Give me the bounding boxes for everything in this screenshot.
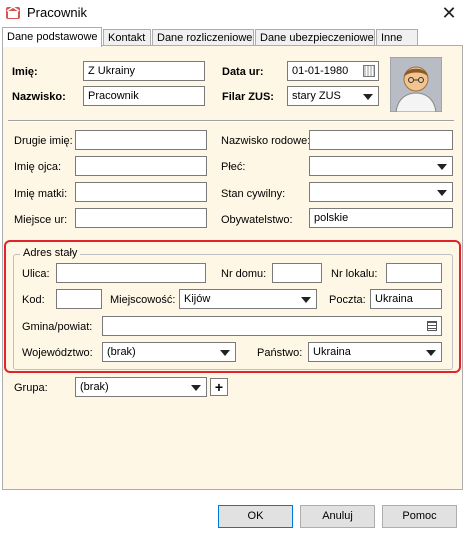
sex-label: Płeć: <box>221 161 246 173</box>
house-number-label: Nr domu: <box>221 268 267 280</box>
list-picker-icon[interactable] <box>427 321 437 331</box>
birthplace-label: Miejsce ur: <box>14 214 68 226</box>
add-group-button[interactable]: + <box>210 378 228 396</box>
first-name-field[interactable]: Z Ukrainy <box>83 61 205 81</box>
birth-date-field[interactable]: 01-01-1980 <box>287 61 379 81</box>
chevron-down-icon <box>191 385 201 391</box>
mother-name-field[interactable] <box>75 182 207 202</box>
country-label: Państwo: <box>257 347 303 359</box>
tab-dane-podstawowe[interactable]: Dane podstawowe <box>2 27 102 47</box>
maiden-name-label: Nazwisko rodowe: <box>221 135 311 147</box>
birth-date-label: Data ur: <box>222 66 264 78</box>
zus-select[interactable]: stary ZUS <box>287 86 379 106</box>
country-select[interactable]: Ukraina <box>308 342 442 362</box>
first-name-label: Imię: <box>12 66 38 78</box>
city-value: Kijów <box>184 293 211 305</box>
title-bar: Pracownik ✕ <box>0 0 469 26</box>
tab-kontakt[interactable]: Kontakt <box>103 29 151 46</box>
group-select[interactable]: (brak) <box>75 377 207 397</box>
section-divider <box>8 120 454 122</box>
voivodeship-select[interactable]: (brak) <box>102 342 236 362</box>
postcode-label: Kod: <box>22 294 45 306</box>
flat-number-label: Nr lokalu: <box>331 268 378 280</box>
zus-label: Filar ZUS: <box>222 91 274 103</box>
tab-dane-ubezpieczeniowe[interactable]: Dane ubezpieczeniowe <box>255 29 375 46</box>
app-icon <box>6 6 20 19</box>
father-name-field[interactable] <box>75 156 207 176</box>
tab-dane-rozliczeniowe[interactable]: Dane rozliczeniowe <box>152 29 254 46</box>
ok-button[interactable]: OK <box>218 505 293 528</box>
help-button[interactable]: Pomoc <box>382 505 457 528</box>
city-label: Miejscowość: <box>110 294 176 306</box>
second-name-label: Drugie imię: <box>14 135 73 147</box>
commune-field[interactable] <box>102 316 442 336</box>
tab-inne[interactable]: Inne <box>376 29 418 46</box>
commune-label: Gmina/powiat: <box>22 321 93 333</box>
voivodeship-label: Województwo: <box>22 347 93 359</box>
street-field[interactable] <box>56 263 206 283</box>
postcode-field[interactable] <box>56 289 102 309</box>
address-group-title: Adres stały <box>20 247 81 259</box>
city-select[interactable]: Kijów <box>179 289 317 309</box>
house-number-field[interactable] <box>272 263 322 283</box>
last-name-label: Nazwisko: <box>12 91 66 103</box>
second-name-field[interactable] <box>75 130 207 150</box>
chevron-down-icon <box>220 350 230 356</box>
close-icon[interactable]: ✕ <box>439 3 459 23</box>
citizenship-field[interactable]: polskie <box>309 208 453 228</box>
cancel-button[interactable]: Anuluj <box>300 505 375 528</box>
citizenship-label: Obywatelstwo: <box>221 214 293 226</box>
zus-value: stary ZUS <box>292 90 341 102</box>
country-value: Ukraina <box>313 346 351 358</box>
post-office-label: Poczta: <box>329 294 366 306</box>
calendar-icon[interactable] <box>363 65 375 77</box>
sex-select[interactable] <box>309 156 453 176</box>
post-office-field[interactable]: Ukraina <box>370 289 442 309</box>
chevron-down-icon <box>437 190 447 196</box>
avatar[interactable] <box>390 57 442 112</box>
chevron-down-icon <box>301 297 311 303</box>
flat-number-field[interactable] <box>386 263 442 283</box>
marital-status-label: Stan cywilny: <box>221 188 286 200</box>
voivodeship-value: (brak) <box>107 346 136 358</box>
maiden-name-field[interactable] <box>309 130 453 150</box>
father-name-label: Imię ojca: <box>14 161 62 173</box>
chevron-down-icon <box>426 350 436 356</box>
chevron-down-icon <box>363 94 373 100</box>
birthplace-field[interactable] <box>75 208 207 228</box>
window-title: Pracownik <box>27 5 87 20</box>
last-name-field[interactable]: Pracownik <box>83 86 205 106</box>
mother-name-label: Imię matki: <box>14 188 68 200</box>
chevron-down-icon <box>437 164 447 170</box>
marital-status-select[interactable] <box>309 182 453 202</box>
group-value: (brak) <box>80 381 109 393</box>
birth-date-value: 01-01-1980 <box>292 65 349 77</box>
group-label: Grupa: <box>14 382 48 394</box>
street-label: Ulica: <box>22 268 50 280</box>
